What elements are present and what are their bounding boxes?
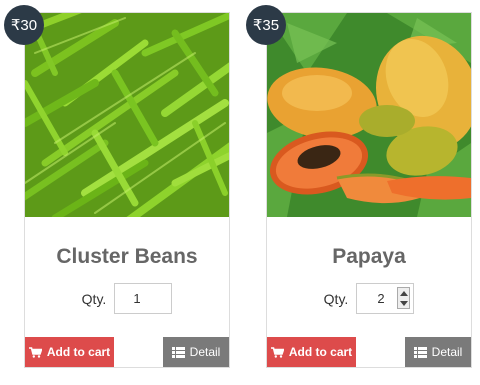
increment-icon[interactable]: [399, 290, 408, 296]
papaya-photo[interactable]: [267, 13, 471, 217]
quantity-row: Qty.: [267, 283, 471, 314]
add-to-cart-label: Add to cart: [288, 345, 353, 359]
cart-icon: [28, 346, 42, 358]
spin-buttons[interactable]: [397, 287, 411, 309]
add-to-cart-button[interactable]: Add to cart: [267, 337, 356, 367]
detail-button[interactable]: Detail: [163, 337, 229, 367]
quantity-label: Qty.: [323, 290, 349, 307]
add-to-cart-button[interactable]: Add to cart: [25, 337, 114, 367]
decrement-icon[interactable]: [399, 300, 408, 306]
detail-label: Detail: [189, 345, 221, 359]
cart-icon: [270, 346, 284, 358]
list-icon: [413, 346, 427, 358]
quantity-label: Qty.: [81, 290, 107, 307]
product-card-papaya: ₹35 Papaya Qty. 2 Add to cart Detail: [246, 5, 472, 368]
detail-button[interactable]: Detail: [405, 337, 471, 367]
detail-label: Detail: [431, 345, 463, 359]
add-to-cart-label: Add to cart: [46, 345, 111, 359]
product-card-cluster-beans: ₹30 Cluster Beans Qty. 1 Add to cart Det…: [4, 5, 230, 368]
quantity-stepper[interactable]: [356, 283, 415, 314]
product-name: Cluster Beans: [56, 245, 198, 268]
list-icon: [171, 346, 185, 358]
price-badge: ₹30: [4, 5, 44, 45]
quantity-row: Qty.: [25, 283, 229, 314]
quantity-input[interactable]: [114, 283, 173, 314]
product-name: Papaya: [332, 245, 406, 268]
price-badge: ₹35: [246, 5, 286, 45]
green-beans-photo[interactable]: [25, 13, 229, 217]
